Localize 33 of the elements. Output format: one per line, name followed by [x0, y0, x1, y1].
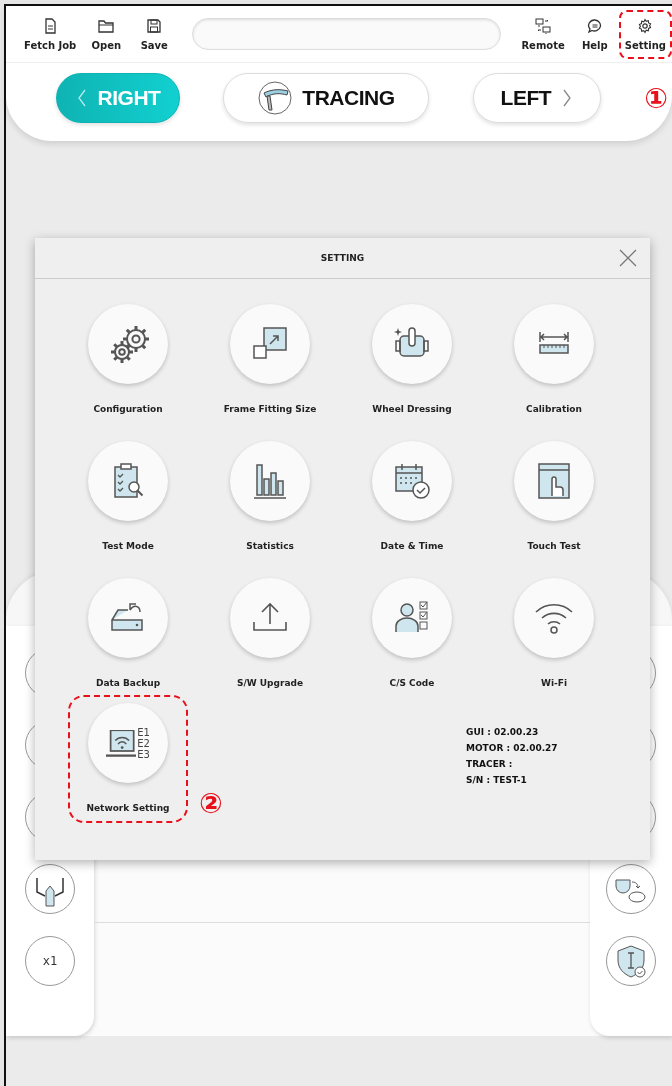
icon-label: E2	[137, 737, 150, 749]
version-text: TRACER :	[466, 759, 514, 769]
folder-icon	[98, 17, 115, 34]
dialog-title: SETTING	[320, 253, 365, 263]
toolbar-button[interactable]: Fetch Job	[18, 9, 83, 59]
icon-label: E1	[137, 726, 150, 738]
tool-button[interactable]	[606, 864, 656, 914]
close-button[interactable]	[618, 248, 638, 268]
laptop-wifi-icon	[106, 729, 137, 757]
mode-tab[interactable]: TRACING	[223, 73, 430, 123]
toolbar-button[interactable]: Setting	[618, 9, 672, 59]
settings-icon	[637, 17, 654, 34]
monitors-icon	[535, 17, 552, 34]
chat-icon	[586, 17, 603, 34]
mode-tab[interactable]: LEFT	[472, 73, 601, 123]
tracer-tool-icon	[258, 81, 293, 115]
toolbar-button[interactable]: Open	[82, 9, 131, 59]
tool-button[interactable]	[606, 936, 656, 986]
version-text: MOTOR : 02.00.27	[466, 743, 559, 753]
callout-number: ②	[199, 787, 223, 820]
toolbar-button[interactable]: Remote	[515, 9, 571, 59]
zoom-button[interactable]: x1	[25, 936, 75, 986]
setting-item[interactable]: E1 E2 E3 Network Setting	[68, 695, 188, 823]
search-field[interactable]	[192, 18, 502, 50]
version-text: S/N : TEST-1	[466, 775, 528, 785]
toolbar-button[interactable]: Help	[570, 9, 619, 59]
callout-number: ①	[644, 81, 668, 115]
toolbar-button[interactable]: Save	[130, 9, 179, 59]
save-icon	[146, 17, 163, 34]
document-icon	[42, 17, 59, 34]
tool-button[interactable]	[25, 864, 75, 914]
icon-label: E3	[137, 748, 150, 760]
version-text: GUI : 02.00.23	[466, 727, 540, 737]
